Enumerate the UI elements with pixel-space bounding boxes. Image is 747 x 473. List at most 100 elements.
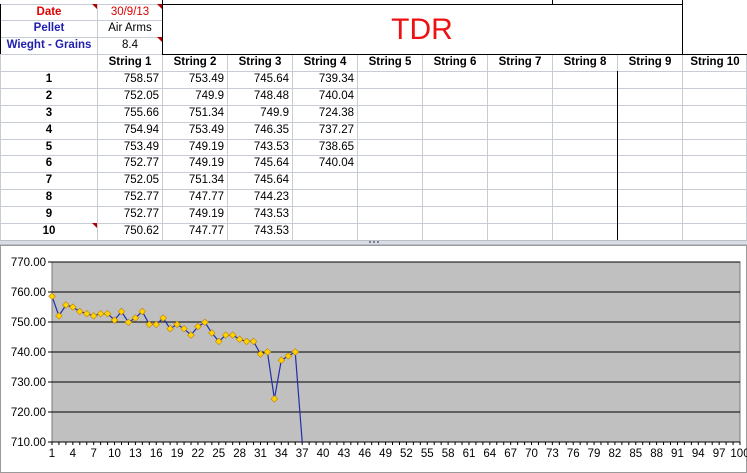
- table-cell[interactable]: [618, 155, 682, 172]
- table-cell[interactable]: 745.64: [228, 155, 292, 172]
- table-cell[interactable]: [488, 172, 552, 189]
- table-cell[interactable]: 749.19: [163, 206, 227, 223]
- table-cell[interactable]: [618, 139, 682, 156]
- column-header[interactable]: String 9: [618, 54, 682, 71]
- table-cell[interactable]: [488, 139, 552, 156]
- row-shot-number[interactable]: 7: [1, 172, 97, 189]
- table-cell[interactable]: 746.35: [228, 122, 292, 139]
- table-cell[interactable]: [618, 223, 682, 240]
- column-header[interactable]: String 1: [98, 54, 162, 71]
- table-cell[interactable]: 724.38: [293, 105, 357, 122]
- table-cell[interactable]: [553, 189, 617, 206]
- info-label[interactable]: Pellet: [1, 20, 97, 37]
- table-cell[interactable]: [618, 122, 682, 139]
- table-cell[interactable]: [618, 172, 682, 189]
- table-cell[interactable]: 747.77: [163, 189, 227, 206]
- table-cell[interactable]: [683, 139, 747, 156]
- table-cell[interactable]: [358, 206, 422, 223]
- table-cell[interactable]: 747.77: [163, 223, 227, 240]
- table-cell[interactable]: [423, 122, 487, 139]
- table-cell[interactable]: [423, 206, 487, 223]
- table-cell[interactable]: [358, 122, 422, 139]
- table-cell[interactable]: 743.53: [228, 206, 292, 223]
- table-cell[interactable]: 744.23: [228, 189, 292, 206]
- table-cell[interactable]: [683, 223, 747, 240]
- table-cell[interactable]: [423, 88, 487, 105]
- table-cell[interactable]: 753.49: [163, 71, 227, 88]
- velocity-line-chart[interactable]: 770.00 760.00 750.00 740.00 730.00 720.00 710.…: [0, 245, 747, 473]
- table-cell[interactable]: [293, 223, 357, 240]
- column-header[interactable]: String 8: [553, 54, 617, 71]
- table-cell[interactable]: 739.34: [293, 71, 357, 88]
- column-header[interactable]: String 2: [163, 54, 227, 71]
- table-cell[interactable]: [553, 206, 617, 223]
- column-header[interactable]: String 6: [423, 54, 487, 71]
- row-shot-number[interactable]: 10: [1, 223, 97, 240]
- table-cell[interactable]: [358, 88, 422, 105]
- row-shot-number[interactable]: 4: [1, 122, 97, 139]
- table-cell[interactable]: [553, 172, 617, 189]
- column-header[interactable]: String 4: [293, 54, 357, 71]
- table-cell[interactable]: 752.05: [98, 172, 162, 189]
- table-cell[interactable]: [488, 206, 552, 223]
- table-cell[interactable]: [423, 139, 487, 156]
- table-cell[interactable]: [553, 71, 617, 88]
- info-label[interactable]: Date: [1, 4, 97, 20]
- table-cell[interactable]: [683, 105, 747, 122]
- table-cell[interactable]: [488, 71, 552, 88]
- table-cell[interactable]: [358, 105, 422, 122]
- table-cell[interactable]: [423, 71, 487, 88]
- table-cell[interactable]: 755.66: [98, 105, 162, 122]
- table-cell[interactable]: 750.62: [98, 223, 162, 240]
- table-cell[interactable]: [553, 139, 617, 156]
- table-cell[interactable]: 758.57: [98, 71, 162, 88]
- table-cell[interactable]: 743.53: [228, 223, 292, 240]
- table-cell[interactable]: [683, 206, 747, 223]
- table-cell[interactable]: [683, 122, 747, 139]
- info-label[interactable]: Wieght - Grains: [1, 37, 97, 54]
- spreadsheet-grid[interactable]: Date 30/9/13 Pellet Air Arms Wieght - Grains…: [0, 0, 747, 241]
- table-cell[interactable]: [553, 88, 617, 105]
- table-cell[interactable]: [683, 155, 747, 172]
- table-cell[interactable]: [488, 223, 552, 240]
- table-cell[interactable]: [683, 71, 747, 88]
- table-cell[interactable]: [358, 139, 422, 156]
- table-cell[interactable]: [488, 189, 552, 206]
- table-cell[interactable]: [553, 223, 617, 240]
- table-cell[interactable]: 752.05: [98, 88, 162, 105]
- table-cell[interactable]: [683, 172, 747, 189]
- table-cell[interactable]: 753.49: [98, 139, 162, 156]
- table-cell[interactable]: 740.04: [293, 88, 357, 105]
- table-cell[interactable]: [488, 155, 552, 172]
- row-shot-number[interactable]: 1: [1, 71, 97, 88]
- table-cell[interactable]: [488, 88, 552, 105]
- table-cell[interactable]: 751.34: [163, 105, 227, 122]
- table-cell[interactable]: [618, 88, 682, 105]
- table-cell[interactable]: 751.34: [163, 172, 227, 189]
- table-cell[interactable]: [358, 189, 422, 206]
- table-cell[interactable]: [423, 189, 487, 206]
- table-cell[interactable]: [683, 88, 747, 105]
- table-cell[interactable]: 745.64: [228, 71, 292, 88]
- table-cell[interactable]: 743.53: [228, 139, 292, 156]
- table-cell[interactable]: [683, 189, 747, 206]
- row-shot-number[interactable]: 9: [1, 206, 97, 223]
- table-cell[interactable]: 737.27: [293, 122, 357, 139]
- table-cell[interactable]: [618, 206, 682, 223]
- table-cell[interactable]: 752.77: [98, 206, 162, 223]
- table-cell[interactable]: 752.77: [98, 155, 162, 172]
- table-cell[interactable]: 749.9: [228, 105, 292, 122]
- column-header[interactable]: String 10: [683, 54, 747, 71]
- row-shot-number[interactable]: 3: [1, 105, 97, 122]
- table-cell[interactable]: 749.19: [163, 139, 227, 156]
- table-cell[interactable]: 749.19: [163, 155, 227, 172]
- table-cell[interactable]: [293, 172, 357, 189]
- row-shot-number[interactable]: 5: [1, 139, 97, 156]
- table-cell[interactable]: 749.9: [163, 88, 227, 105]
- table-cell[interactable]: 754.94: [98, 122, 162, 139]
- table-cell[interactable]: [423, 223, 487, 240]
- table-cell[interactable]: [358, 155, 422, 172]
- table-cell[interactable]: [423, 105, 487, 122]
- table-cell[interactable]: [293, 206, 357, 223]
- table-cell[interactable]: 745.64: [228, 172, 292, 189]
